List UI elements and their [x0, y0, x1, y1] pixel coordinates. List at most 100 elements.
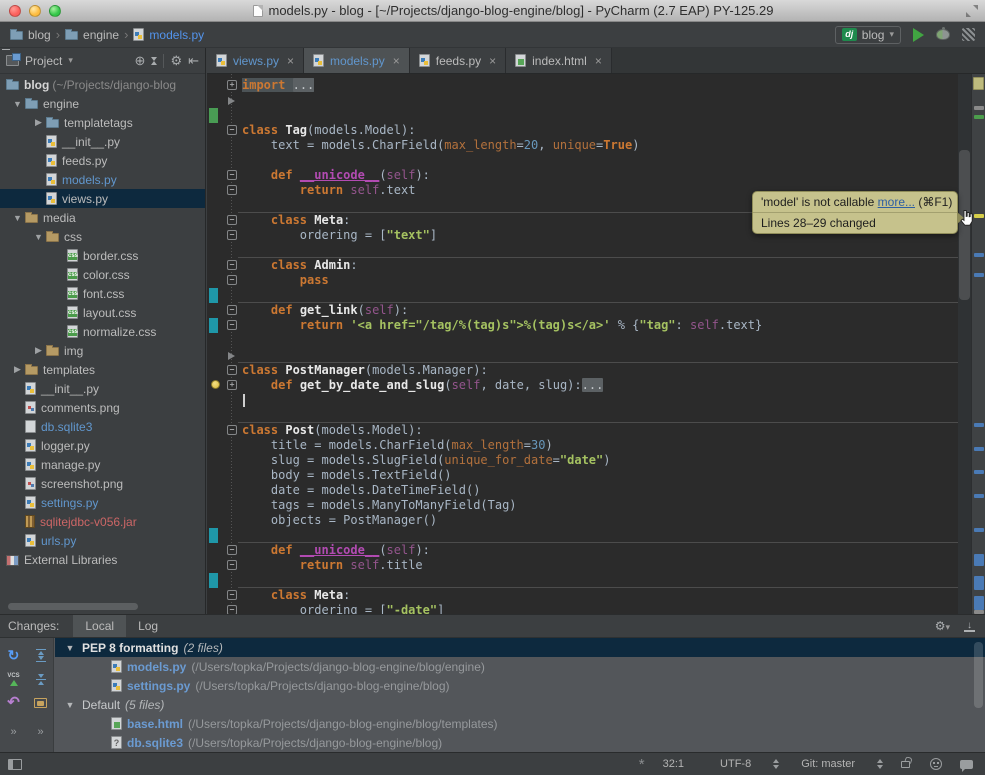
horizontal-scrollbar[interactable]: [8, 603, 138, 610]
code-editor[interactable]: + import ... −class Tag(models.Model): tex…: [207, 74, 985, 614]
changed-file-db-sqlite3[interactable]: db.sqlite3(/Users/topka/Projects/django-…: [55, 733, 985, 752]
fold-marker-icon[interactable]: −: [227, 365, 237, 375]
tree-item-templates[interactable]: ▶templates: [0, 360, 205, 379]
folded-import-region[interactable]: import ...: [242, 78, 314, 92]
stripe-mark-blue[interactable]: [974, 253, 984, 257]
locate-icon[interactable]: ⊕: [135, 54, 146, 67]
changed-file-base-html[interactable]: base.html(/Users/topka/Projects/django-b…: [55, 714, 985, 733]
stripe-mark-gray[interactable]: [974, 106, 984, 110]
group-by-folder-icon[interactable]: [34, 698, 47, 708]
code-line[interactable]: −class PostManager(models.Manager):: [207, 363, 958, 378]
minimize-window-button[interactable]: [29, 5, 41, 17]
dock-icon[interactable]: ↓: [964, 621, 975, 632]
lock-icon[interactable]: [901, 761, 910, 768]
more-link[interactable]: more...: [878, 195, 915, 209]
changes-tab-log[interactable]: Log: [126, 615, 170, 637]
code-line[interactable]: + import ...: [207, 78, 958, 93]
gear-icon[interactable]: ⚙: [170, 54, 182, 67]
expand-all-icon[interactable]: [36, 649, 46, 662]
close-window-button[interactable]: [9, 5, 21, 17]
tree-item-views-py[interactable]: views.py: [0, 189, 205, 208]
tree-item-__init__-py[interactable]: __init__.py: [0, 132, 205, 151]
gear-icon[interactable]: ⚙▾: [935, 619, 950, 633]
vcs-branch[interactable]: Git: master: [783, 758, 873, 770]
close-icon[interactable]: ×: [489, 54, 496, 68]
collapsed-arrow-icon[interactable]: ▶: [31, 345, 46, 356]
fold-marker-icon[interactable]: −: [227, 545, 237, 555]
stripe-mark-blue[interactable]: [974, 273, 984, 277]
fold-marker-icon[interactable]: −: [227, 230, 237, 240]
code-line[interactable]: + def get_by_date_and_slug(self, date, s…: [207, 378, 958, 393]
code-line[interactable]: − return '<a href="/tag/%(tag)s">%(tag)s…: [207, 318, 958, 333]
zoom-window-button[interactable]: [49, 5, 61, 17]
code-line[interactable]: − return self.title: [207, 558, 958, 573]
tree-item-engine[interactable]: ▼engine: [0, 94, 205, 113]
fold-marker-icon[interactable]: −: [227, 590, 237, 600]
tree-item-screenshot-png[interactable]: screenshot.png: [0, 474, 205, 493]
tree-item-font-css[interactable]: font.css: [0, 284, 205, 303]
stripe-mark-blue[interactable]: [974, 576, 984, 590]
code-line[interactable]: date = models.DateTimeField(): [207, 483, 958, 498]
expanded-arrow-icon[interactable]: ▼: [10, 99, 25, 109]
fold-marker-icon[interactable]: −: [227, 215, 237, 225]
code-line[interactable]: [207, 108, 958, 123]
collapse-all-icon[interactable]: [151, 57, 157, 65]
error-stripe[interactable]: [971, 74, 985, 614]
tree-item-logger-py[interactable]: logger.py: [0, 436, 205, 455]
inspection-indicator[interactable]: [973, 77, 984, 90]
code-line[interactable]: objects = PostManager(): [207, 513, 958, 528]
breadcrumb-item-blog[interactable]: blog: [10, 28, 51, 42]
tree-item-sqlitejdbc-v056-jar[interactable]: sqlitejdbc-v056.jar: [0, 512, 205, 531]
stripe-mark-yellow[interactable]: [974, 214, 984, 218]
breadcrumb-item-engine[interactable]: engine: [65, 28, 119, 42]
tree-item-media[interactable]: ▼media: [0, 208, 205, 227]
fold-marker-icon[interactable]: −: [227, 170, 237, 180]
fold-marker-icon[interactable]: −: [227, 125, 237, 135]
expanded-arrow-icon[interactable]: ▼: [63, 643, 77, 653]
tree-item-img[interactable]: ▶img: [0, 341, 205, 360]
changes-tab-local[interactable]: Local: [73, 615, 126, 637]
code-line[interactable]: [207, 93, 958, 108]
collapsed-arrow-icon[interactable]: ▶: [10, 364, 25, 375]
expanded-arrow-icon[interactable]: ▼: [10, 213, 25, 223]
changes-scrollbar[interactable]: [974, 642, 983, 708]
tree-item-blog[interactable]: blog(~/Projects/django-blog: [0, 75, 205, 94]
collapse-all-icon[interactable]: [36, 674, 46, 685]
close-icon[interactable]: ×: [287, 54, 294, 68]
code-line[interactable]: [207, 153, 958, 168]
tree-item-color-css[interactable]: color.css: [0, 265, 205, 284]
editor-scrollbar[interactable]: [958, 74, 971, 614]
code-line[interactable]: slug = models.SlugField(unique_for_date=…: [207, 453, 958, 468]
code-line[interactable]: −class Post(models.Model):: [207, 423, 958, 438]
fold-marker-icon[interactable]: −: [227, 320, 237, 330]
close-icon[interactable]: ×: [595, 54, 602, 68]
hide-panel-icon[interactable]: ⇤: [188, 54, 199, 67]
code-line[interactable]: − ordering = ["-date"]: [207, 603, 958, 614]
toolwindow-toggle-icon[interactable]: [8, 759, 22, 770]
refresh-icon[interactable]: ↻: [8, 648, 20, 662]
tree-item-External-Libraries[interactable]: External Libraries: [0, 550, 205, 569]
tree-item-manage-py[interactable]: manage.py: [0, 455, 205, 474]
inspections-profile-icon[interactable]: [930, 758, 942, 770]
code-line[interactable]: −class Tag(models.Model):: [207, 123, 958, 138]
changelist-Default[interactable]: ▼Default(5 files): [55, 695, 985, 714]
code-line[interactable]: [207, 393, 958, 408]
fold-closed-icon[interactable]: +: [227, 80, 237, 90]
code-line[interactable]: [207, 348, 958, 363]
code-line[interactable]: [207, 243, 958, 258]
more-actions-icon[interactable]: »: [10, 725, 16, 739]
fold-marker-icon[interactable]: −: [227, 560, 237, 570]
code-line[interactable]: [207, 333, 958, 348]
tree-item-comments-png[interactable]: comments.png: [0, 398, 205, 417]
title-bar[interactable]: models.py - blog - [~/Projects/django-bl…: [0, 0, 985, 22]
tree-item-__init__-py[interactable]: __init__.py: [0, 379, 205, 398]
stripe-mark-blue[interactable]: [974, 494, 984, 498]
code-line[interactable]: − def __unicode__(self):: [207, 168, 958, 183]
code-line[interactable]: text = models.CharField(max_length=20, u…: [207, 138, 958, 153]
caret-position[interactable]: 32:1: [645, 758, 702, 770]
revert-icon[interactable]: ↶: [7, 696, 20, 710]
intention-bulb-icon[interactable]: [211, 380, 220, 389]
changed-file-settings-py[interactable]: settings.py(/Users/topka/Projects/django…: [55, 676, 985, 695]
tab-index-html[interactable]: index.html×: [506, 48, 612, 73]
fold-marker-icon[interactable]: −: [227, 185, 237, 195]
